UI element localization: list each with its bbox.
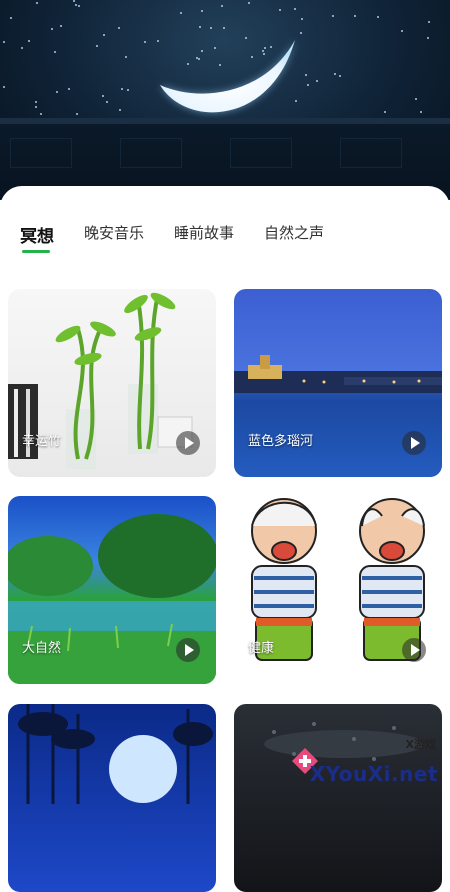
star	[334, 73, 336, 75]
moonlit-trees-image	[18, 704, 213, 804]
star	[339, 75, 341, 77]
star	[102, 95, 104, 97]
media-card-lucky-bamboo[interactable]: 幸运竹	[8, 289, 216, 477]
star	[401, 30, 403, 32]
star	[96, 45, 98, 47]
star	[427, 37, 429, 39]
media-card-moon-trees[interactable]	[8, 704, 216, 892]
tab-meditation[interactable]: 冥想	[20, 222, 54, 253]
watermark-site-text: XYouXi.net	[309, 762, 438, 786]
star	[332, 15, 334, 17]
star	[56, 91, 58, 93]
star	[377, 16, 379, 18]
star	[119, 109, 121, 111]
star	[125, 56, 127, 58]
media-card-nature[interactable]: 大自然	[8, 496, 216, 684]
content-sheet: 冥想 晚安音乐 睡前故事 自然之声 幸运竹 蓝色多瑙河 大自然 健康	[0, 186, 450, 892]
card-title: 大自然	[22, 641, 62, 656]
star	[76, 113, 78, 115]
watermark: X游戏 XYouXi.net	[282, 734, 442, 790]
star	[78, 5, 80, 7]
star	[60, 25, 62, 27]
star	[201, 10, 203, 12]
star	[54, 51, 56, 53]
star	[221, 5, 223, 7]
star	[428, 21, 430, 23]
star	[354, 15, 356, 17]
play-icon[interactable]	[402, 638, 426, 662]
star	[316, 80, 318, 82]
star	[35, 101, 37, 103]
star	[301, 18, 303, 20]
rain-image	[264, 722, 424, 761]
star	[248, 2, 250, 4]
star	[294, 8, 296, 10]
star	[10, 17, 12, 19]
star	[73, 0, 75, 2]
star	[384, 111, 386, 113]
star	[180, 12, 182, 14]
star	[121, 88, 123, 90]
star	[305, 74, 307, 76]
tab-goodnight-music[interactable]: 晚安音乐	[84, 222, 144, 243]
star	[3, 41, 5, 43]
star	[279, 9, 281, 11]
star	[127, 89, 129, 91]
card-title: 蓝色多瑙河	[248, 434, 314, 449]
star	[106, 101, 108, 103]
star	[75, 4, 77, 6]
star	[36, 2, 38, 4]
crescent-moon-icon	[160, 40, 295, 113]
watermark-small-text: X游戏	[405, 738, 436, 751]
play-icon[interactable]	[402, 431, 426, 455]
star	[307, 84, 309, 86]
play-icon[interactable]	[176, 638, 200, 662]
media-card-rain[interactable]	[234, 704, 442, 892]
star	[21, 47, 23, 49]
star	[51, 28, 53, 30]
tab-bedtime-stories[interactable]: 睡前故事	[174, 222, 234, 243]
star	[144, 41, 146, 43]
star	[420, 111, 422, 113]
media-card-health[interactable]: 健康	[234, 496, 442, 684]
play-icon[interactable]	[176, 431, 200, 455]
star	[68, 88, 70, 90]
star	[40, 113, 42, 115]
card-title: 健康	[248, 641, 275, 656]
star	[103, 34, 105, 36]
star	[300, 32, 302, 34]
media-card-blue-danube[interactable]: 蓝色多瑙河	[234, 289, 442, 477]
tab-nature-sounds[interactable]: 自然之声	[264, 222, 324, 243]
star	[118, 27, 120, 29]
star	[35, 106, 37, 108]
star	[415, 98, 417, 100]
hero-banner	[0, 0, 450, 200]
category-tabs: 冥想 晚安音乐 睡前故事 自然之声	[20, 222, 324, 262]
card-title: 幸运竹	[22, 434, 62, 449]
star	[28, 40, 30, 42]
star	[3, 86, 5, 88]
